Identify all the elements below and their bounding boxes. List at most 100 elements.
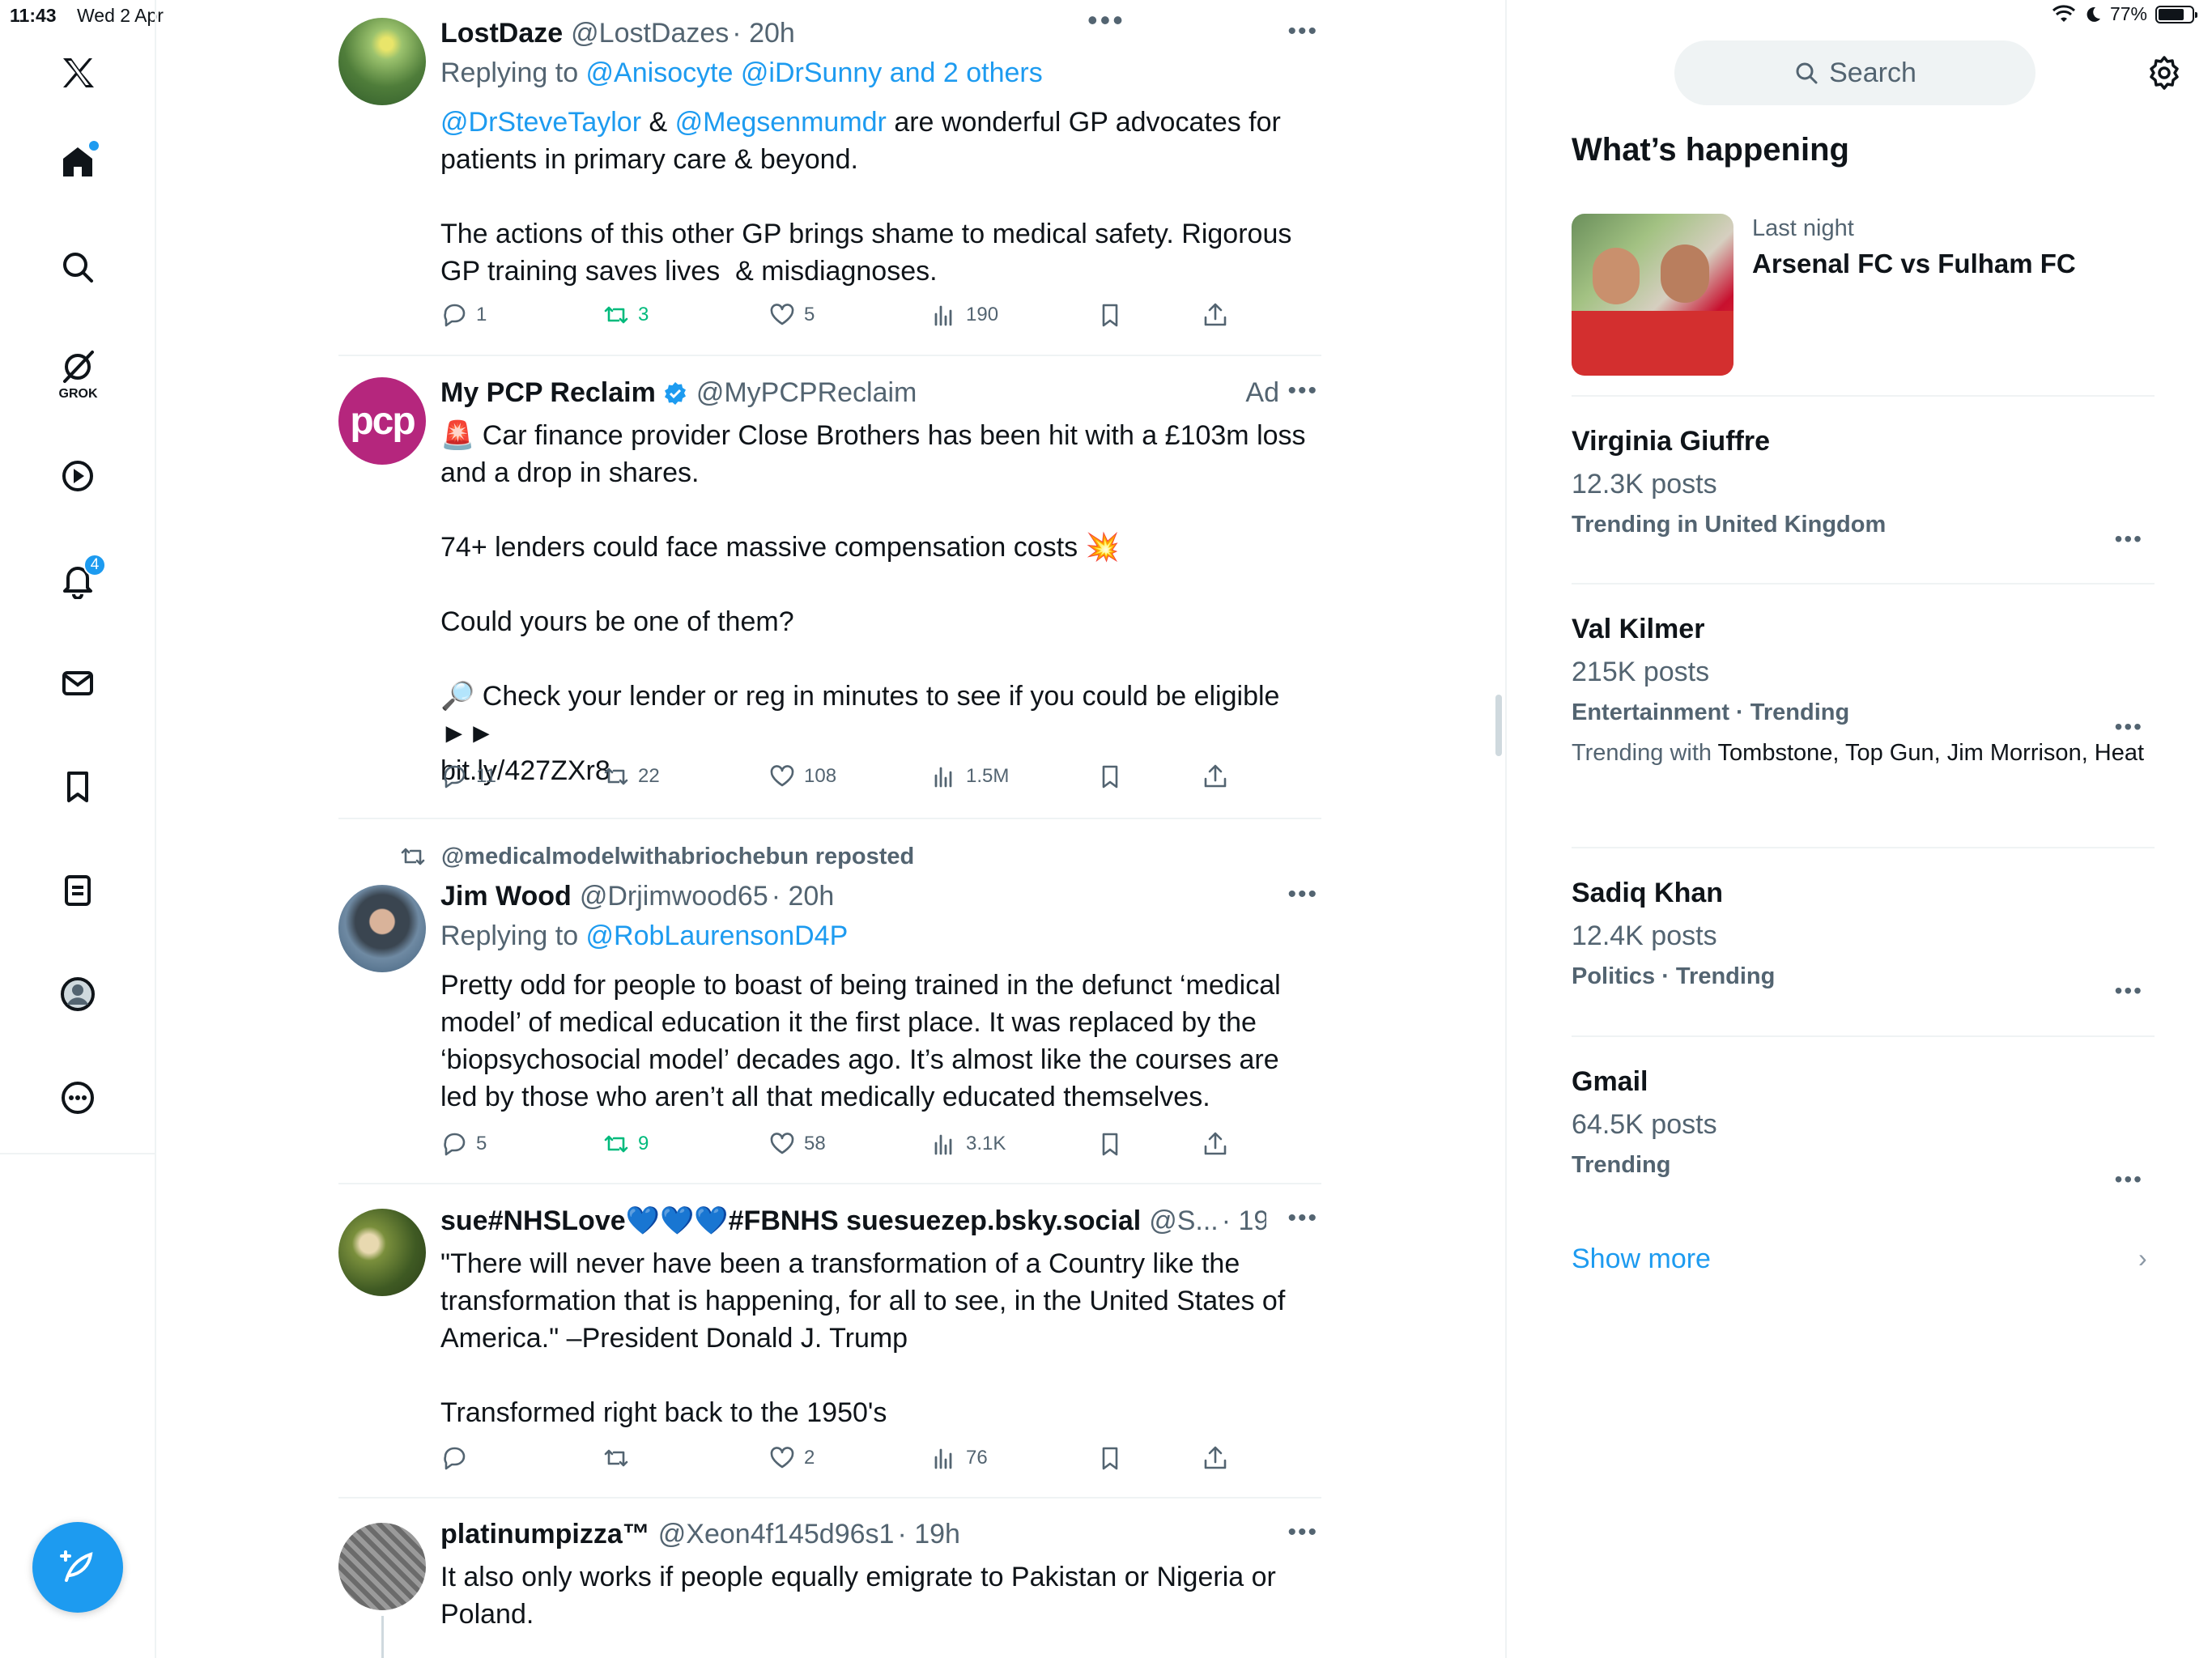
thread-line xyxy=(381,1616,384,1658)
tweet-time[interactable]: · 20h xyxy=(772,881,835,912)
timeline: ••• LostDaze @LostDazes · 20h ••• Replyi… xyxy=(156,0,1507,1658)
profile-icon[interactable] xyxy=(39,955,117,1033)
mention-link[interactable]: @Megsenmumdr xyxy=(675,107,887,138)
author-handle[interactable]: @S... xyxy=(1149,1205,1219,1237)
tweet[interactable]: LostDaze @LostDazes · 20h ••• Replying t… xyxy=(338,18,1483,350)
bell-icon[interactable]: 4 xyxy=(39,541,117,619)
notifications-badge: 4 xyxy=(83,554,106,576)
reply-icon xyxy=(444,304,466,327)
mail-icon[interactable] xyxy=(39,644,117,722)
clipped-header xyxy=(403,0,1019,5)
video-icon[interactable] xyxy=(39,437,117,515)
reply-button[interactable]: 5 xyxy=(440,1130,487,1158)
replying-to: Replying to @RobLaurensonD4P xyxy=(440,920,1318,952)
avatar[interactable] xyxy=(338,1523,426,1610)
reply-button[interactable] xyxy=(440,1444,476,1472)
author-handle[interactable]: @Xeon4f145d96s1 xyxy=(658,1519,895,1550)
author-name[interactable]: Jim Wood xyxy=(440,881,572,912)
trend-more-icon[interactable]: ••• xyxy=(2115,526,2143,552)
views-button[interactable]: 3.1K xyxy=(930,1130,1006,1158)
tweet-time[interactable]: · 20h xyxy=(732,18,795,49)
tweet[interactable]: Jim Wood @Drjimwood65 · 20h ••• Replying… xyxy=(338,881,1483,1172)
repost-button[interactable] xyxy=(602,1444,638,1472)
trend-posts: 12.4K posts xyxy=(1572,920,1717,951)
chevron-right-icon[interactable]: › xyxy=(2138,1244,2147,1273)
avatar[interactable]: pcp xyxy=(338,377,426,465)
views-button[interactable]: 190 xyxy=(930,301,998,329)
like-button[interactable]: 108 xyxy=(768,763,836,790)
trend-more-icon[interactable]: ••• xyxy=(2115,714,2143,740)
event-image[interactable] xyxy=(1572,214,1733,376)
avatar[interactable] xyxy=(338,18,426,105)
trend-item[interactable]: Val Kilmer 215K posts Entertainment · Tr… xyxy=(1572,614,2155,768)
author-name[interactable]: My PCP Reclaim xyxy=(440,377,656,409)
tweet-text: It also only works if people equally emi… xyxy=(440,1562,1284,1630)
bookmark-icon xyxy=(1102,1133,1118,1156)
share-button[interactable] xyxy=(1202,763,1229,790)
repost-button[interactable]: 9 xyxy=(602,1130,649,1158)
repost-button[interactable]: 22 xyxy=(602,763,660,790)
tweet-time[interactable]: · 19h xyxy=(897,1519,960,1550)
bookmark-icon xyxy=(1102,765,1118,789)
share-icon xyxy=(1204,764,1227,788)
compose-button[interactable] xyxy=(32,1522,123,1613)
share-button[interactable] xyxy=(1202,1130,1229,1158)
bookmark-button[interactable] xyxy=(1096,1444,1124,1472)
like-button[interactable]: 5 xyxy=(768,301,815,329)
tweet[interactable]: platinumpizza™ @Xeon4f145d96s1 · 19h •••… xyxy=(338,1519,1483,1658)
replying-to-link[interactable]: @Anisocyte @iDrSunny and 2 others xyxy=(586,57,1043,88)
more-options-icon[interactable]: ••• xyxy=(1287,377,1318,405)
repost-button[interactable]: 3 xyxy=(602,301,649,329)
trend-more-icon[interactable]: ••• xyxy=(2115,978,2143,1004)
bookmark-icon[interactable] xyxy=(39,748,117,826)
author-handle[interactable]: @MyPCPReclaim xyxy=(696,377,917,409)
trend-item[interactable]: Sadiq Khan 12.4K posts Politics · Trendi… xyxy=(1572,878,2155,1003)
left-nav: GROK 4 xyxy=(0,0,156,1658)
bookmark-button[interactable] xyxy=(1096,1130,1124,1158)
views-button[interactable]: 1.5M xyxy=(930,763,1009,790)
trend-more-icon[interactable]: ••• xyxy=(2115,1167,2143,1192)
more-options-icon[interactable]: ••• xyxy=(1287,18,1318,45)
split-view-handle[interactable] xyxy=(1495,695,1502,756)
show-more-link[interactable]: Show more xyxy=(1572,1244,1711,1275)
like-button[interactable]: 2 xyxy=(768,1444,815,1472)
author-name[interactable]: platinumpizza™ xyxy=(440,1519,650,1550)
more-options-icon[interactable]: ••• xyxy=(1287,1519,1318,1546)
more-options-icon[interactable]: ••• xyxy=(1287,1205,1318,1232)
avatar[interactable] xyxy=(338,1209,426,1296)
tweet[interactable]: pcp My PCP Reclaim @MyPCPReclaim Ad ••• … xyxy=(338,377,1483,814)
author-handle[interactable]: @LostDazes xyxy=(571,18,729,49)
author-name[interactable]: sue#NHSLove💙💙💙#FBNHS suesuezep.bsky.soci… xyxy=(440,1205,1141,1237)
lists-icon[interactable] xyxy=(39,852,117,929)
search-bar[interactable]: Search xyxy=(1674,40,2035,105)
event-title[interactable]: Arsenal FC vs Fulham FC xyxy=(1752,249,2076,279)
views-button[interactable]: 76 xyxy=(930,1444,988,1472)
reply-button[interactable]: 11 xyxy=(440,763,496,790)
avatar[interactable] xyxy=(338,885,426,972)
tweet-body: My PCP Reclaim @MyPCPReclaim Ad ••• 🚨 Ca… xyxy=(440,377,1318,814)
replying-to-link[interactable]: @RobLaurensonD4P xyxy=(586,920,849,951)
more-options-icon[interactable]: ••• xyxy=(1287,881,1318,908)
x-logo-icon[interactable] xyxy=(39,34,117,112)
trend-item[interactable]: Gmail 64.5K posts Trending ••• xyxy=(1572,1066,2155,1192)
reposted-by[interactable]: @medicalmodelwithabriochebun reposted xyxy=(399,843,914,870)
author-name[interactable]: LostDaze xyxy=(440,18,563,49)
trend-item[interactable]: Virginia Giuffre 12.3K posts Trending in… xyxy=(1572,426,2155,551)
home-icon[interactable] xyxy=(39,123,117,201)
more-icon[interactable] xyxy=(39,1059,117,1137)
share-button[interactable] xyxy=(1202,1444,1229,1472)
bookmark-button[interactable] xyxy=(1096,763,1124,790)
trend-with-label: Trending with xyxy=(1572,740,1718,766)
mention-link[interactable]: @DrSteveTaylor xyxy=(440,107,641,138)
like-button[interactable]: 58 xyxy=(768,1130,826,1158)
author-handle[interactable]: @Drjimwood65 xyxy=(580,881,768,912)
bookmark-button[interactable] xyxy=(1096,301,1124,329)
share-button[interactable] xyxy=(1202,301,1229,329)
tweet[interactable]: sue#NHSLove💙💙💙#FBNHS suesuezep.bsky.soci… xyxy=(338,1205,1483,1496)
reply-button[interactable]: 1 xyxy=(440,301,487,329)
search-icon[interactable] xyxy=(39,228,117,306)
tweet-time[interactable]: · 19h xyxy=(1222,1205,1266,1237)
gear-icon[interactable] xyxy=(2146,55,2182,91)
bookmark-icon xyxy=(1102,304,1118,327)
tweet-body: platinumpizza™ @Xeon4f145d96s1 · 19h •••… xyxy=(440,1519,1318,1658)
